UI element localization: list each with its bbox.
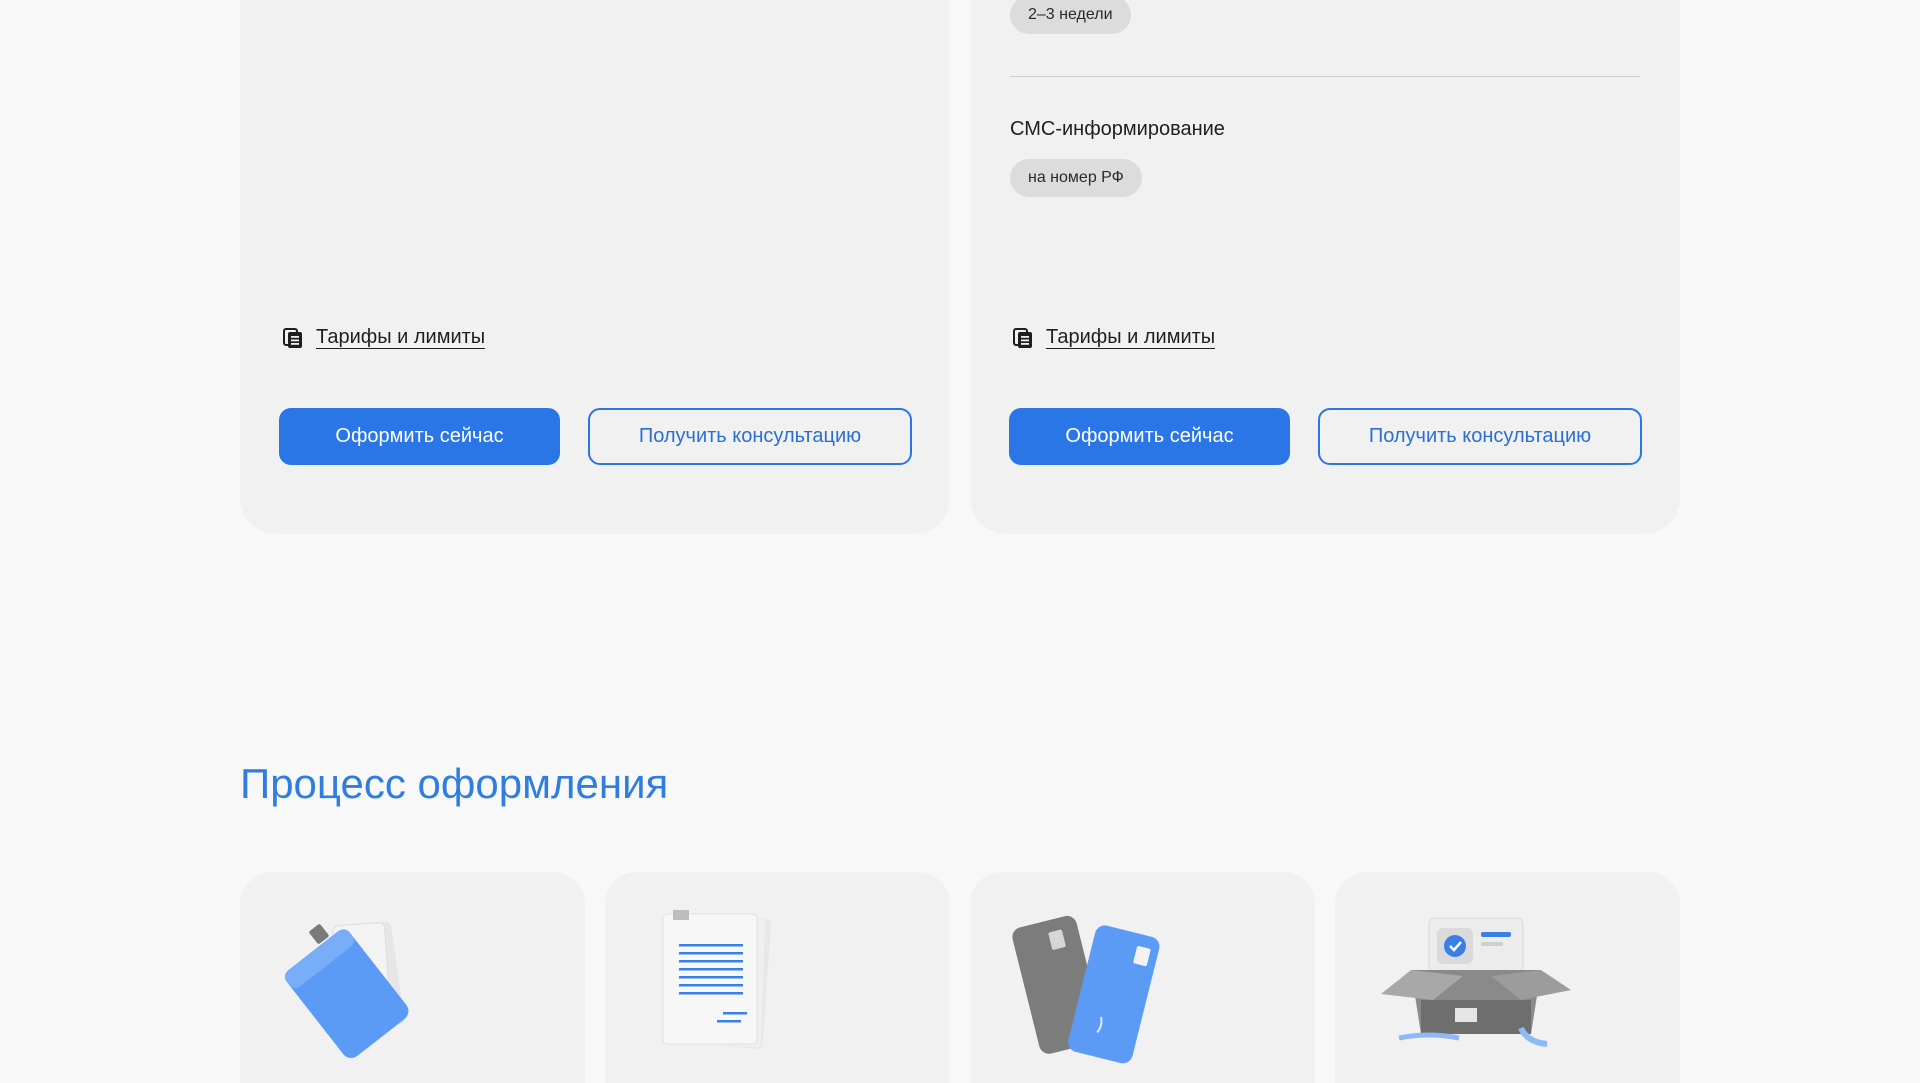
divider — [1010, 76, 1640, 77]
product-card-right: 2–3 недели СМС-информирование на номер Р… — [970, 0, 1680, 534]
process-section-title: Процесс оформления — [240, 760, 669, 807]
sms-badge: на номер РФ — [1010, 159, 1142, 197]
delivery-box-icon — [1381, 917, 1571, 1047]
tariffs-link[interactable]: Тарифы и лимиты — [282, 326, 486, 349]
sms-feature-title: СМС-информирование — [1010, 118, 1225, 140]
document-sheet-icon — [662, 910, 772, 1049]
documents-folder-icon — [284, 921, 409, 1059]
tariffs-link[interactable]: Тарифы и лимиты — [1012, 326, 1216, 349]
documents-icon — [282, 327, 304, 349]
apply-now-button[interactable]: Оформить сейчас — [1009, 408, 1290, 465]
apply-now-button[interactable]: Оформить сейчас — [279, 408, 560, 465]
bank-cards-icon — [1012, 915, 1160, 1064]
process-step-card-1 — [240, 872, 585, 1083]
process-step-card-3 — [970, 872, 1315, 1083]
product-card-left: Тарифы и лимиты Оформить сейчас Получить… — [240, 0, 950, 534]
tariffs-link-label: Тарифы и лимиты — [1046, 326, 1216, 349]
duration-badge: 2–3 недели — [1010, 0, 1131, 34]
process-step-card-4 — [1335, 872, 1680, 1083]
get-consultation-button[interactable]: Получить консультацию — [588, 408, 912, 465]
documents-icon — [1012, 327, 1034, 349]
process-step-card-2 — [605, 872, 950, 1083]
get-consultation-button[interactable]: Получить консультацию — [1318, 408, 1642, 465]
page: Тарифы и лимиты Оформить сейчас Получить… — [0, 0, 1920, 1083]
tariffs-link-label: Тарифы и лимиты — [316, 326, 486, 349]
